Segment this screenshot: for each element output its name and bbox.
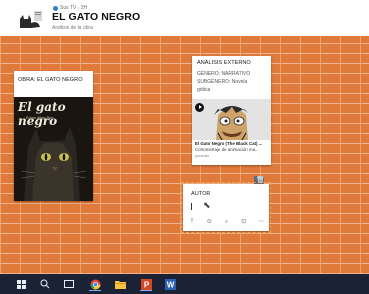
subgenre-text: SUBGÉNERO: Novela (197, 79, 248, 85)
more-icon[interactable]: ⋯ (257, 219, 265, 226)
powerpoint-icon[interactable]: P (139, 277, 153, 291)
header: Sus TV · 2H EL GATO NEGRO Análisis de la… (0, 0, 369, 36)
svg-text:W: W (166, 280, 174, 289)
word-icon[interactable]: W (163, 277, 177, 291)
subgenre-text-cont: gótica (197, 87, 211, 93)
analysis-card-label: ANÁLISIS EXTERNO (197, 60, 251, 66)
text-caret (191, 203, 192, 210)
page-subtitle: Análisis de la obra (52, 25, 93, 31)
mouse-pointer-icon: ⬉ (203, 200, 211, 210)
cat-logo-icon (16, 7, 44, 31)
camera-icon[interactable]: ⊡ (240, 219, 248, 226)
book-cover-title: El gato negro (18, 100, 66, 128)
file-explorer-icon[interactable] (113, 277, 127, 291)
user-avatar-icon (53, 5, 58, 11)
task-view-icon[interactable] (62, 277, 76, 291)
book-cover-image[interactable]: El gato negro Edgar Allan Poe (14, 97, 93, 201)
search-icon[interactable]: ⌕ (223, 219, 231, 226)
svg-text:P: P (143, 280, 149, 289)
book-card[interactable]: OBRA: EL GATO NEGRO El gato negro Edgar … (14, 71, 93, 201)
author-card-label: AUTOR (191, 191, 211, 197)
page-title: EL GATO NEGRO (52, 11, 141, 23)
video-thumbnail[interactable] (192, 99, 271, 140)
video-description: Cortometraje de animación ma... (195, 147, 259, 152)
play-button-icon[interactable] (195, 103, 204, 112)
upload-icon[interactable]: ⤒ (188, 219, 196, 226)
cartoon-face-illustration-icon (192, 99, 271, 140)
genre-text: GÉNERO: NARRATIVO (197, 71, 251, 77)
book-cover-author: Edgar Allan Poe (26, 116, 54, 120)
windows-icon[interactable] (14, 277, 28, 291)
link-icon[interactable]: ⊝ (205, 219, 213, 226)
chrome-icon[interactable] (88, 277, 102, 291)
video-source: youtube (195, 153, 210, 158)
book-card-label: OBRA: EL GATO NEGRO (18, 77, 83, 83)
analysis-card[interactable]: ANÁLISIS EXTERNO GÉNERO: NARRATIVO SUBGÉ… (192, 56, 271, 165)
search-icon[interactable] (38, 277, 52, 291)
video-title[interactable]: El Gato Negro (The Black Cat) ... (195, 141, 262, 146)
author-card[interactable]: AUTOR ⬉ ⤒ ⊝ ⌕ ⊡ ⋯ (181, 182, 271, 233)
windows-taskbar: P W (0, 274, 369, 294)
card-toolbar: ⤒ ⊝ ⌕ ⊡ ⋯ (188, 219, 265, 226)
